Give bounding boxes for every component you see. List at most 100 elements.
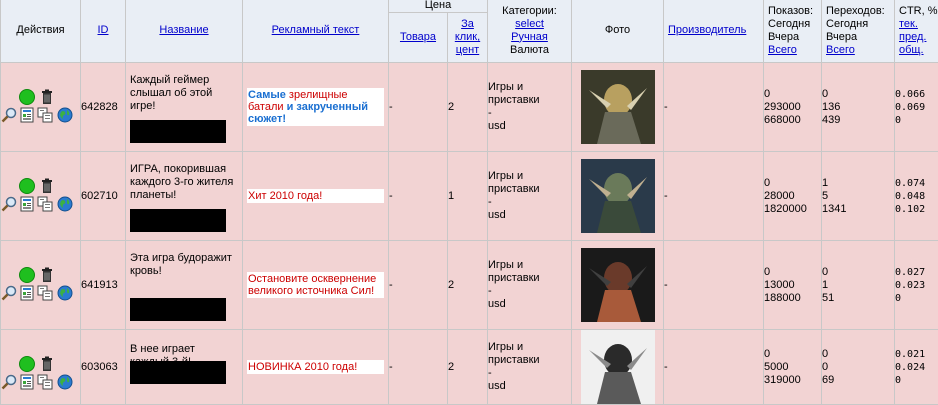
ctr-current-value: 0.027 — [895, 266, 938, 279]
clicks-today-value: 0 — [822, 266, 894, 279]
col-price-click[interactable]: За клик, цент — [448, 13, 488, 63]
report-icon[interactable] — [19, 285, 35, 301]
sort-ctr-total-link[interactable]: общ. — [899, 44, 924, 56]
row-category: Игры и приставки - usd — [488, 330, 572, 405]
game-photo-image[interactable] — [581, 330, 655, 404]
game-photo-image[interactable] — [581, 248, 655, 322]
sort-maker-link[interactable]: Производитель — [668, 24, 746, 36]
ctr-current-value: 0.021 — [895, 348, 938, 361]
magnifier-icon[interactable] — [1, 107, 17, 123]
categories-select-link[interactable]: select — [515, 18, 544, 30]
copy-icon[interactable] — [37, 374, 53, 390]
trash-icon[interactable] — [39, 178, 55, 194]
report-icon[interactable] — [19, 374, 35, 390]
row-photo — [572, 241, 664, 330]
globe-icon[interactable] — [57, 196, 73, 212]
sort-ad-text-link[interactable]: Рекламный текст — [272, 24, 360, 36]
col-impressions: Показов: Сегодня Вчера Всего — [764, 0, 822, 63]
row-clicks: 0 0 69 — [822, 330, 895, 405]
category-dash: - — [488, 367, 571, 380]
status-green-circle-icon[interactable] — [19, 89, 35, 105]
row-actions — [1, 63, 81, 152]
redaction-block — [130, 298, 226, 321]
col-photo: Фото — [572, 0, 664, 63]
sort-id-link[interactable]: ID — [98, 24, 109, 36]
ad-text-box: Остановите осквернение великого источник… — [247, 272, 384, 298]
game-photo-image[interactable] — [581, 159, 655, 233]
trash-icon[interactable] — [39, 356, 55, 372]
table-row: 642828 Каждый геймер слышал об этой игре… — [1, 63, 938, 152]
col-maker[interactable]: Производитель — [664, 0, 764, 63]
impressions-today-value: 0 — [764, 177, 821, 190]
copy-icon[interactable] — [37, 285, 53, 301]
table-row: 603063 В нее играет каждый 3-й! НОВИНКА … — [1, 330, 938, 405]
ad-text-box: Самые зрелищные батали и закрученный сюж… — [247, 88, 384, 126]
table-body: 642828 Каждый геймер слышал об этой игре… — [1, 63, 938, 405]
clicks-yesterday-value: 136 — [822, 101, 894, 114]
col-ad-text[interactable]: Рекламный текст — [243, 0, 389, 63]
clicks-label: Переходов: — [826, 5, 894, 18]
trash-icon[interactable] — [39, 89, 55, 105]
row-actions — [1, 152, 81, 241]
sort-ctr-current-link[interactable]: тек. — [899, 18, 918, 30]
category-value: Игры и приставки — [488, 259, 571, 285]
row-clicks: 0 1 51 — [822, 241, 895, 330]
sort-clicks-total-link[interactable]: Всего — [826, 44, 855, 56]
redaction-block — [130, 209, 226, 232]
status-green-circle-icon[interactable] — [19, 356, 35, 372]
maker-value: - — [664, 101, 668, 113]
row-ctr: 0.074 0.048 0.102 — [895, 152, 938, 241]
row-impressions: 0 13000 188000 — [764, 241, 822, 330]
col-ctr: CTR, % тек. пред. общ. — [895, 0, 938, 63]
report-icon[interactable] — [19, 196, 35, 212]
impressions-yesterday-value: 5000 — [764, 361, 821, 374]
price-click-value: 2 — [448, 279, 454, 291]
col-clicks: Переходов: Сегодня Вчера Всего — [822, 0, 895, 63]
category-value: Игры и приставки — [488, 170, 571, 196]
row-actions — [1, 241, 81, 330]
globe-icon[interactable] — [57, 285, 73, 301]
trash-icon[interactable] — [39, 267, 55, 283]
row-ad-text: Самые зрелищные батали и закрученный сюж… — [243, 63, 389, 152]
magnifier-icon[interactable] — [1, 285, 17, 301]
sort-price-click-link[interactable]: За клик, цент — [455, 18, 480, 56]
ad-text-box: Хит 2010 года! — [247, 189, 384, 203]
globe-icon[interactable] — [57, 107, 73, 123]
clicks-today-value: 1 — [822, 177, 894, 190]
impressions-total-value: 188000 — [764, 292, 821, 305]
clicks-yesterday-value: 0 — [822, 361, 894, 374]
row-clicks: 1 5 1341 — [822, 152, 895, 241]
report-icon[interactable] — [19, 107, 35, 123]
copy-icon[interactable] — [37, 107, 53, 123]
row-price-goods: - — [389, 241, 448, 330]
row-title: Каждый геймер слышал об этой игре! — [126, 63, 243, 152]
impressions-today-value: 0 — [764, 88, 821, 101]
sort-price-goods-link[interactable]: Товара — [400, 31, 436, 43]
col-price-goods[interactable]: Товара — [389, 13, 448, 63]
magnifier-icon[interactable] — [1, 196, 17, 212]
sort-title-link[interactable]: Название — [159, 24, 208, 36]
category-dash: - — [488, 107, 571, 120]
status-green-circle-icon[interactable] — [19, 178, 35, 194]
game-photo-image[interactable] — [581, 70, 655, 144]
col-title[interactable]: Название — [126, 0, 243, 63]
categories-manual-link[interactable]: Ручная — [511, 31, 548, 43]
row-maker: - — [664, 241, 764, 330]
currency-label: Валюта — [488, 44, 571, 57]
row-ctr: 0.027 0.023 0 — [895, 241, 938, 330]
impressions-yesterday-value: 293000 — [764, 101, 821, 114]
maker-value: - — [664, 361, 668, 373]
magnifier-icon[interactable] — [1, 374, 17, 390]
clicks-yesterday: Вчера — [826, 31, 894, 44]
sort-ctr-prev-link[interactable]: пред. — [899, 31, 926, 43]
globe-icon[interactable] — [57, 374, 73, 390]
copy-icon[interactable] — [37, 196, 53, 212]
category-dash: - — [488, 196, 571, 209]
category-value: Игры и приставки — [488, 341, 571, 367]
row-ad-text: Хит 2010 года! — [243, 152, 389, 241]
row-maker: - — [664, 330, 764, 405]
status-green-circle-icon[interactable] — [19, 267, 35, 283]
col-id[interactable]: ID — [81, 0, 126, 63]
row-id-text: 641913 — [81, 279, 118, 291]
sort-impressions-total-link[interactable]: Всего — [768, 44, 797, 56]
